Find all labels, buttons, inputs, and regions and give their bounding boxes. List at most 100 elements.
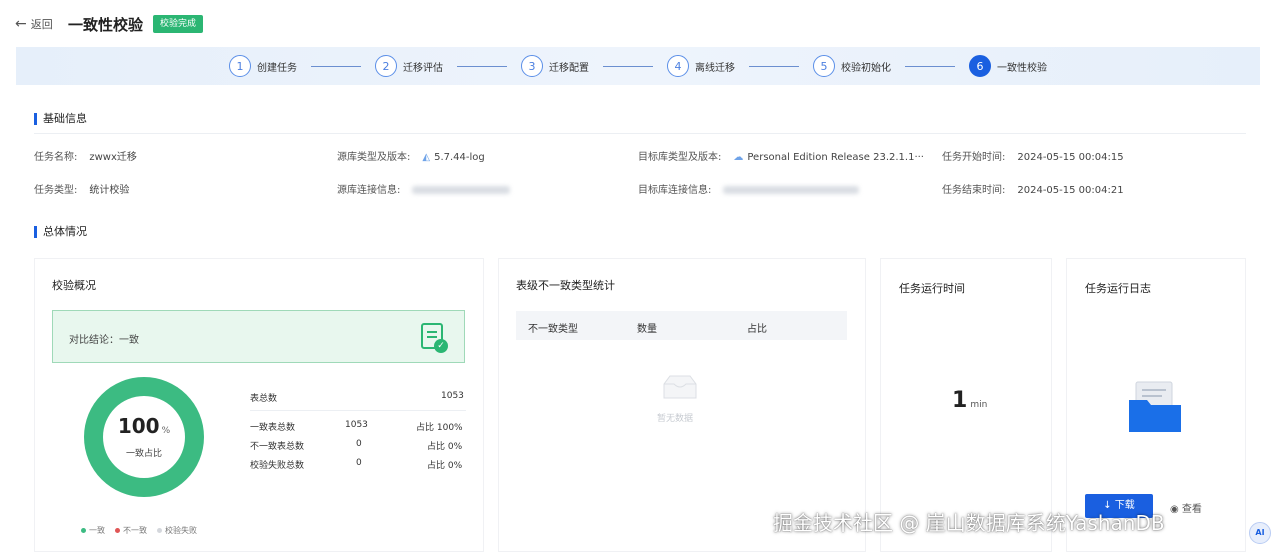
- column-header: 不一致类型: [528, 324, 578, 335]
- run-time-number: 1: [952, 388, 968, 413]
- step-label: 校验初始化: [841, 62, 891, 74]
- empty-box-icon: [663, 375, 697, 399]
- donut-center: 100% 一致占比: [103, 396, 185, 478]
- info-label: 任务类型:: [34, 185, 78, 196]
- info-task-type: 任务类型: 统计校验: [34, 181, 129, 196]
- eye-icon: ◉: [1170, 504, 1182, 515]
- step-1: 1 创建任务: [229, 55, 297, 77]
- info-value: 5.7.44-log: [434, 152, 485, 163]
- legend-item[interactable]: 校验失败: [157, 525, 197, 536]
- info-label: 源库类型及版本:: [337, 152, 411, 163]
- step-connector: [311, 65, 361, 67]
- status-badge: 校验完成: [153, 15, 204, 33]
- legend-item[interactable]: 一致: [81, 525, 105, 536]
- info-label: 任务结束时间:: [942, 185, 1006, 196]
- stat-count: 0: [356, 439, 362, 449]
- total-value: 1053: [441, 391, 464, 401]
- view-button[interactable]: ◉ 查看: [1170, 500, 1202, 515]
- step-label: 迁移配置: [549, 62, 589, 74]
- step-6: 6 一致性校验: [969, 55, 1047, 77]
- step-label: 离线迁移: [695, 62, 735, 74]
- conclusion-box: 对比结论：一致 ✓: [52, 310, 465, 363]
- legend-label: 一致: [89, 526, 105, 535]
- step-number: 3: [521, 55, 543, 77]
- info-value: 2024-05-15 00:04:15: [1017, 152, 1124, 163]
- card-title: 任务运行日志: [1085, 282, 1151, 295]
- dot-icon: [81, 528, 86, 533]
- step-connector: [457, 65, 507, 67]
- donut-legend: 一致 不一致 校验失败: [81, 525, 197, 536]
- step-3: 3 迁移配置: [521, 55, 589, 77]
- run-time-unit: min: [970, 400, 988, 410]
- card-title: 表级不一致类型统计: [516, 279, 615, 292]
- dot-icon: [157, 528, 162, 533]
- step-number: 5: [813, 55, 835, 77]
- cloud-db-icon: ☁: [733, 152, 744, 163]
- legend-label: 不一致: [123, 526, 147, 535]
- page-title: 一致性校验: [68, 16, 144, 34]
- step-number: 4: [667, 55, 689, 77]
- stat-count: 1053: [345, 420, 368, 430]
- stat-label: 不一致表总数: [250, 442, 305, 452]
- info-end-time: 任务结束时间: 2024-05-15 00:04:21: [942, 181, 1124, 196]
- section-title-basic-info: 基础信息: [34, 113, 87, 125]
- info-value: Personal Edition Release 23.2.1.1···: [747, 152, 924, 163]
- info-label: 目标库类型及版本:: [638, 152, 722, 163]
- section-title-overview: 总体情况: [34, 226, 87, 238]
- step-2: 2 迁移评估: [375, 55, 443, 77]
- table-header: 不一致类型 数量 占比: [516, 311, 847, 340]
- stat-ratio: 占比 100%: [416, 423, 463, 433]
- mysql-icon: ◭: [422, 152, 431, 163]
- info-value: zwwx迁移: [89, 152, 137, 163]
- info-value: 统计校验: [89, 185, 130, 196]
- info-label: 任务开始时间:: [942, 152, 1006, 163]
- ai-assistant-button[interactable]: AI: [1249, 522, 1271, 544]
- stat-count: 0: [356, 458, 362, 468]
- document-check-icon: ✓: [421, 323, 448, 353]
- info-label: 目标库连接信息:: [638, 185, 712, 196]
- step-connector: [749, 65, 799, 67]
- info-label: 任务名称:: [34, 152, 78, 163]
- step-label: 迁移评估: [403, 62, 443, 74]
- info-start-time: 任务开始时间: 2024-05-15 00:04:15: [942, 148, 1124, 163]
- dot-icon: [115, 528, 120, 533]
- stats-divider: [250, 410, 466, 411]
- card-title: 校验概况: [52, 279, 96, 292]
- step-number: 6: [969, 55, 991, 77]
- progress-stepper: 1 创建任务 2 迁移评估 3 迁移配置 4 离线迁移 5 校验初始化 6 一致…: [16, 47, 1260, 85]
- watermark: 掘金技术社区 @ 崖山数据库系统YashanDB: [773, 511, 1165, 535]
- info-source-type: 源库类型及版本: ◭ 5.7.44-log: [337, 148, 485, 163]
- donut-unit: %: [161, 426, 171, 436]
- info-target-type: 目标库类型及版本: ☁ Personal Edition Release 23.2.…: [638, 148, 924, 163]
- legend-label: 校验失败: [165, 526, 197, 535]
- step-label: 创建任务: [257, 62, 297, 74]
- info-target-conn: 目标库连接信息:: [638, 181, 860, 196]
- info-label: 源库连接信息:: [337, 185, 401, 196]
- info-value: 2024-05-15 00:04:21: [1017, 185, 1124, 196]
- step-5: 5 校验初始化: [813, 55, 891, 77]
- consistency-donut: 100% 一致占比: [84, 377, 204, 497]
- stat-label: 校验失败总数: [250, 461, 305, 471]
- empty-text: 暂无数据: [657, 414, 694, 424]
- folder-icon: [1129, 381, 1181, 432]
- step-number: 1: [229, 55, 251, 77]
- stat-ratio: 占比 0%: [427, 442, 463, 452]
- step-4: 4 离线迁移: [667, 55, 735, 77]
- info-source-conn: 源库连接信息:: [337, 181, 511, 196]
- arrow-left-icon: ←: [15, 16, 27, 32]
- run-time-value: 1 min: [952, 388, 987, 413]
- section-divider: [34, 133, 1246, 134]
- redacted-value: [723, 186, 860, 194]
- back-button[interactable]: ← 返回: [15, 16, 53, 32]
- step-connector: [905, 65, 955, 67]
- step-label: 一致性校验: [997, 62, 1047, 74]
- step-number: 2: [375, 55, 397, 77]
- page-header: ← 返回 一致性校验 校验完成: [0, 0, 1272, 46]
- conclusion-text: 对比结论：一致: [69, 335, 139, 346]
- step-connector: [603, 65, 653, 67]
- legend-item[interactable]: 不一致: [115, 525, 147, 536]
- info-task-name: 任务名称: zwwx迁移: [34, 148, 137, 163]
- stat-ratio: 占比 0%: [427, 461, 463, 471]
- donut-value: 100: [117, 414, 160, 438]
- column-header: 数量: [637, 324, 657, 335]
